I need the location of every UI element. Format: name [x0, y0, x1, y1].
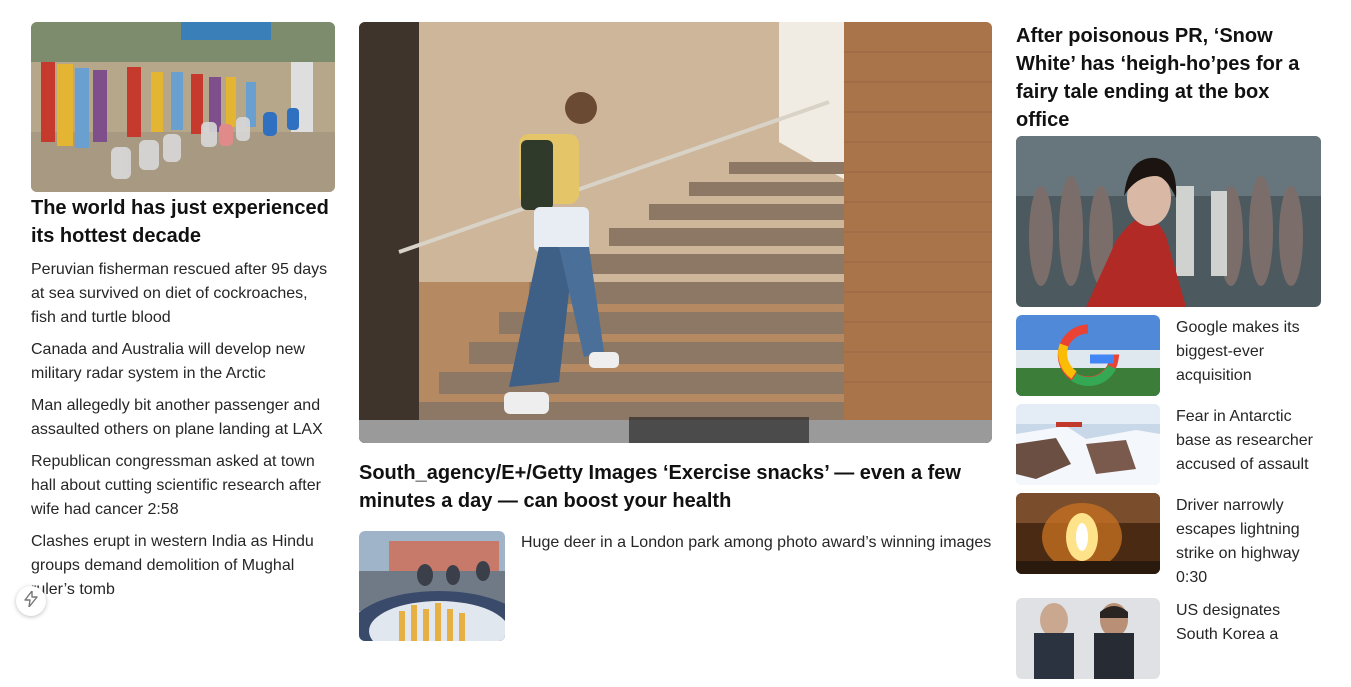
exercise-snacks-image[interactable]	[359, 22, 992, 443]
deer-photo-image[interactable]	[359, 531, 505, 641]
list-item[interactable]: Republican congressman asked at town hal…	[31, 450, 335, 522]
exercise-snacks-headline[interactable]: South_agency/E+/Getty Images ‘Exercise s…	[359, 459, 992, 515]
lightning-title[interactable]: Driver narrowly escapes lightning strike…	[1176, 493, 1321, 590]
google-image[interactable]	[1016, 315, 1160, 396]
south-korea-image[interactable]	[1016, 598, 1160, 679]
antarctic-image[interactable]	[1016, 404, 1160, 485]
hot-decade-headline[interactable]: The world has just experienced its hotte…	[31, 194, 335, 250]
list-item[interactable]: Fear in Antarctic base as researcher acc…	[1016, 404, 1321, 485]
hot-decade-image[interactable]	[31, 22, 335, 192]
google-title[interactable]: Google makes its biggest-ever acquisitio…	[1176, 315, 1321, 396]
right-column: After poisonous PR, ‘Snow White’ has ‘he…	[1016, 0, 1321, 687]
list-item[interactable]: Canada and Australia will develop new mi…	[31, 338, 335, 386]
snow-white-image[interactable]	[1016, 136, 1321, 307]
lightning-image[interactable]	[1016, 493, 1160, 574]
lightning-icon	[24, 589, 38, 612]
left-column: The world has just experienced its hotte…	[31, 0, 335, 610]
quick-action-button[interactable]	[16, 586, 46, 616]
list-item[interactable]: Google makes its biggest-ever acquisitio…	[1016, 315, 1321, 396]
list-item[interactable]: Clashes erupt in western India as Hindu …	[31, 530, 335, 602]
right-thumb-list: Google makes its biggest-ever acquisitio…	[1016, 315, 1321, 679]
middle-column: South_agency/E+/Getty Images ‘Exercise s…	[359, 0, 992, 641]
snow-white-headline[interactable]: After poisonous PR, ‘Snow White’ has ‘he…	[1016, 22, 1321, 134]
sub-story[interactable]: Huge deer in a London park among photo a…	[359, 531, 992, 641]
list-item[interactable]: Man allegedly bit another passenger and …	[31, 394, 335, 442]
list-item[interactable]: Peruvian fisherman rescued after 95 days…	[31, 258, 335, 330]
south-korea-title[interactable]: US designates South Korea a	[1176, 598, 1321, 679]
sub-story-title[interactable]: Huge deer in a London park among photo a…	[521, 531, 991, 641]
list-item[interactable]: US designates South Korea a	[1016, 598, 1321, 679]
list-item[interactable]: Driver narrowly escapes lightning strike…	[1016, 493, 1321, 590]
antarctic-title[interactable]: Fear in Antarctic base as researcher acc…	[1176, 404, 1321, 485]
left-story-list: Peruvian fisherman rescued after 95 days…	[31, 258, 335, 602]
